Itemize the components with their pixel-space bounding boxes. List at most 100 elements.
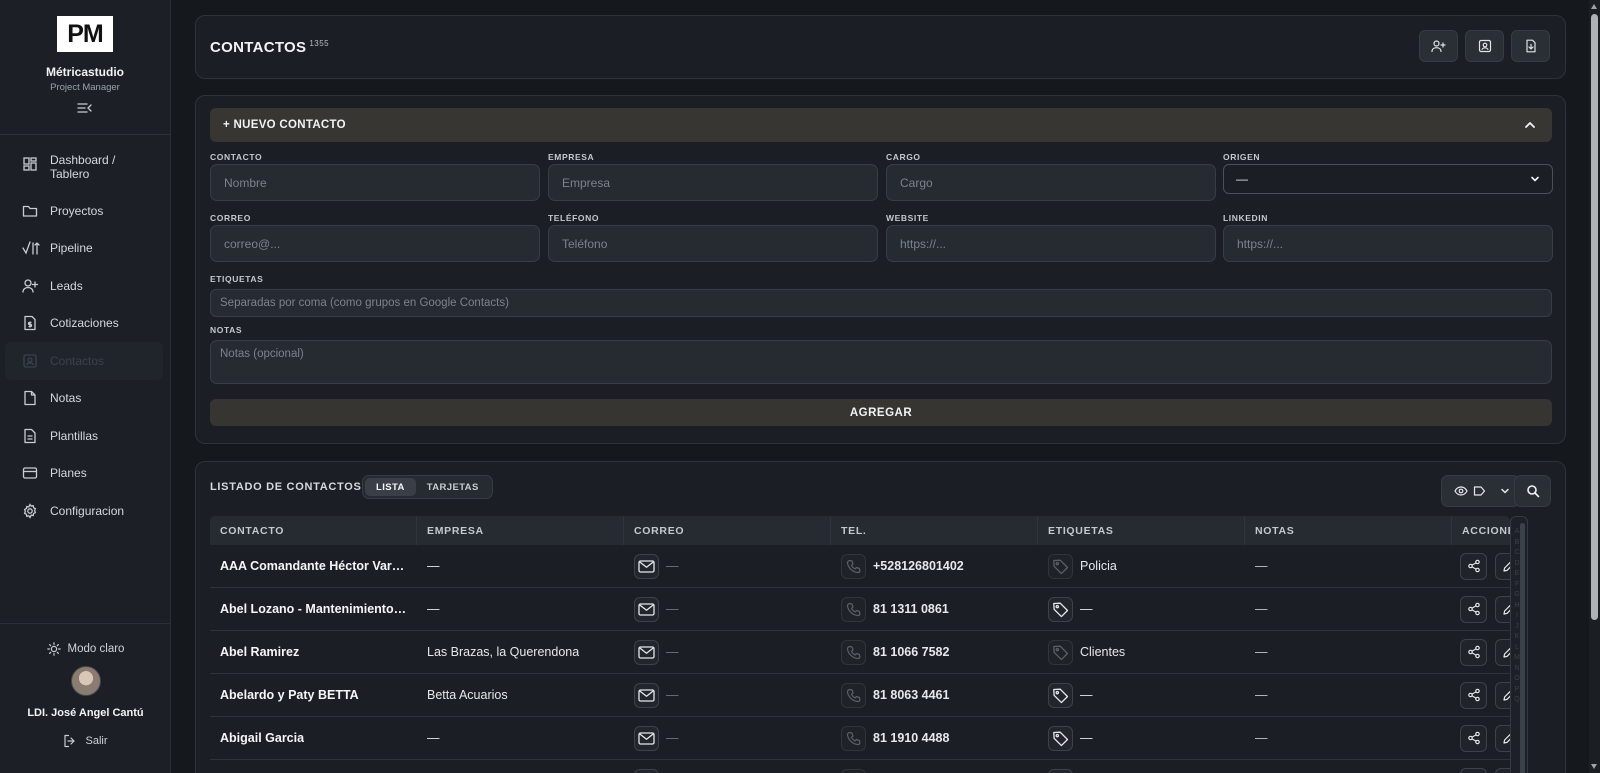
table-row[interactable]: Abel Lozano - Mantenimiento Clima — — 81… — [210, 588, 1510, 631]
column-header-contacto[interactable]: CONTACTO — [210, 516, 417, 545]
edit-button[interactable] — [1495, 595, 1510, 623]
alphabet-index[interactable]: ABCDEFGHIJKLMNOPQ — [1510, 516, 1528, 773]
contacto-input[interactable] — [210, 164, 540, 201]
pencil-icon — [1502, 688, 1510, 702]
table-row[interactable] — [210, 760, 1510, 773]
edit-button[interactable] — [1495, 767, 1510, 773]
search-button[interactable] — [1514, 475, 1551, 507]
brand: PM Métricastudio Project Manager — [0, 0, 170, 135]
sidebar-item-planes[interactable]: Planes — [5, 455, 163, 493]
etiquetas-input[interactable] — [210, 289, 1552, 317]
mail-icon[interactable] — [634, 639, 659, 665]
sidebar-collapse-icon[interactable] — [77, 101, 93, 115]
sidebar-item-pipeline[interactable]: Pipeline — [5, 230, 163, 268]
sidebar-item-notas[interactable]: Notas — [5, 380, 163, 418]
cell-empresa: — — [417, 545, 624, 587]
mail-icon[interactable] — [634, 553, 659, 579]
agregar-button[interactable]: AGREGAR — [210, 399, 1552, 426]
share-icon — [1467, 688, 1481, 702]
import-contacts-button[interactable] — [1465, 30, 1504, 62]
add-contact-button[interactable] — [1419, 30, 1458, 62]
edit-button[interactable] — [1495, 681, 1510, 709]
new-contact-toggle[interactable]: + NUEVO CONTACTO — [210, 108, 1552, 142]
sidebar-item-dashboard[interactable]: Dashboard / Tablero — [5, 148, 163, 192]
edit-button[interactable] — [1495, 638, 1510, 666]
mail-icon[interactable] — [634, 682, 659, 708]
sidebar-item-contactos[interactable]: Contactos — [5, 342, 163, 380]
page-scrollbar[interactable] — [1589, 0, 1600, 773]
theme-toggle[interactable]: Modo claro — [46, 642, 124, 656]
tags-value: — — [1080, 731, 1093, 745]
table-row[interactable]: AAA Comandante Héctor Varela — — +528126… — [210, 545, 1510, 588]
edit-button[interactable] — [1495, 724, 1510, 752]
cell-notas — [1245, 760, 1452, 773]
phone-icon[interactable] — [841, 725, 866, 751]
share-button[interactable] — [1460, 767, 1487, 773]
table-row[interactable]: Abel Ramirez Las Brazas, la Querendona —… — [210, 631, 1510, 674]
avatar[interactable] — [70, 666, 101, 696]
phone-icon[interactable] — [841, 768, 866, 773]
edit-button[interactable] — [1495, 552, 1510, 580]
share-button[interactable] — [1460, 552, 1487, 580]
table-row[interactable]: Abelardo y Paty BETTA Betta Acuarios — 8… — [210, 674, 1510, 717]
cell-contacto[interactable]: Abelardo y Paty BETTA — [210, 674, 417, 716]
tag-icon[interactable] — [1048, 639, 1073, 665]
mail-icon[interactable] — [634, 725, 659, 751]
cell-correo: — — [624, 717, 831, 759]
tag-icon[interactable] — [1048, 725, 1073, 751]
correo-input[interactable] — [210, 225, 540, 262]
sidebar-item-proyectos[interactable]: Proyectos — [5, 192, 163, 230]
tab-lista[interactable]: LISTA — [365, 478, 416, 496]
sidebar-item-plantillas[interactable]: Plantillas — [5, 417, 163, 455]
share-button[interactable] — [1460, 595, 1487, 623]
column-header-tel[interactable]: TEL. — [831, 516, 1038, 545]
brand-logo[interactable]: PM — [57, 16, 113, 52]
phone-icon[interactable] — [841, 553, 866, 579]
website-input[interactable] — [886, 225, 1216, 262]
tag-icon[interactable] — [1048, 682, 1073, 708]
scroll-up-arrow[interactable] — [1591, 4, 1597, 9]
scroll-down-arrow[interactable] — [1591, 764, 1597, 769]
company-name: — — [427, 559, 440, 573]
scroll-thumb[interactable] — [1591, 14, 1598, 620]
empresa-input[interactable] — [548, 164, 878, 201]
notas-textarea[interactable] — [210, 340, 1552, 384]
share-button[interactable] — [1460, 681, 1487, 709]
tag-icon[interactable] — [1048, 596, 1073, 622]
mail-icon[interactable] — [634, 596, 659, 622]
logout-icon — [63, 734, 77, 748]
sidebar-item-leads[interactable]: Leads — [5, 267, 163, 305]
phone-icon[interactable] — [841, 596, 866, 622]
export-contacts-button[interactable] — [1511, 30, 1550, 62]
column-header-empresa[interactable]: EMPRESA — [417, 516, 624, 545]
table-row[interactable]: Abigail Garcia — — 81 1910 4488 — — — [210, 717, 1510, 760]
cell-contacto[interactable]: Abel Lozano - Mantenimiento Clima — [210, 588, 417, 630]
visibility-menu-button[interactable] — [1441, 475, 1520, 507]
cell-contacto[interactable]: AAA Comandante Héctor Varela — [210, 545, 417, 587]
sidebar-item-cotizaciones[interactable]: Cotizaciones — [5, 305, 163, 343]
search-icon — [1526, 484, 1540, 498]
phone-icon[interactable] — [841, 682, 866, 708]
cell-contacto[interactable] — [210, 760, 417, 773]
share-button[interactable] — [1460, 724, 1487, 752]
cell-contacto[interactable]: Abel Ramirez — [210, 631, 417, 673]
phone-icon[interactable] — [841, 639, 866, 665]
linkedin-input[interactable] — [1223, 225, 1553, 262]
origen-select[interactable]: — — [1223, 164, 1553, 194]
company-name: — — [427, 602, 440, 616]
share-button[interactable] — [1460, 638, 1487, 666]
tab-tarjetas[interactable]: TARJETAS — [416, 478, 490, 496]
tag-icon[interactable] — [1048, 768, 1073, 773]
cell-contacto[interactable]: Abigail Garcia — [210, 717, 417, 759]
cargo-input[interactable] — [886, 164, 1216, 201]
email-value: — — [666, 559, 679, 573]
mail-icon[interactable] — [634, 768, 659, 773]
logout-button[interactable]: Salir — [63, 734, 108, 748]
column-header-notas[interactable]: NOTAS — [1245, 516, 1452, 545]
column-header-etiquetas[interactable]: ETIQUETAS — [1038, 516, 1245, 545]
alphabet-index-track[interactable] — [1520, 523, 1525, 773]
tag-icon[interactable] — [1048, 553, 1073, 579]
telefono-input[interactable] — [548, 225, 878, 262]
column-header-correo[interactable]: CORREO — [624, 516, 831, 545]
sidebar-item-configuracion[interactable]: Configuracion — [5, 492, 163, 530]
